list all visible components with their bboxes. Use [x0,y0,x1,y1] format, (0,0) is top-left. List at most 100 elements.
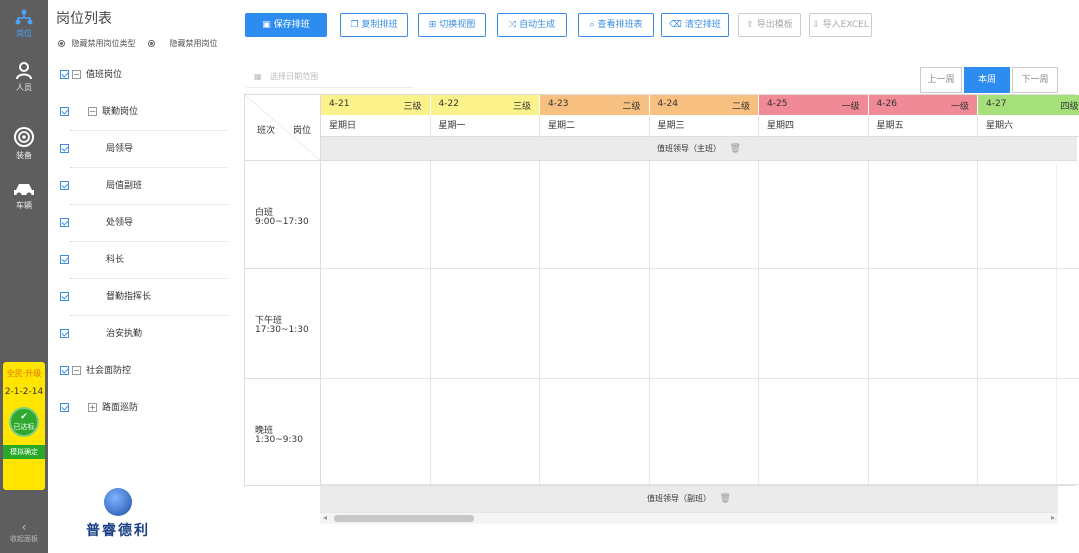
radio-icon [148,40,155,47]
weekday-header: 星期二 [540,115,650,137]
day-alert-level: 二级 [622,102,641,112]
schedule-cell[interactable] [978,161,1079,269]
checkbox[interactable] [60,292,69,301]
check-icon: ✔ [20,412,28,422]
tree-item-section-chief[interactable]: 科长 [50,242,238,279]
switch-view-button[interactable]: ⊞ 切换视图 [418,13,486,37]
tree-item-label: 社会面防控 [86,366,132,376]
scroll-left-icon[interactable]: ◂ [323,513,327,522]
rail-item-equipment[interactable]: 装备 [0,126,48,170]
shift-time: 17:30~1:30 [255,325,309,335]
save-schedule-button[interactable]: ▣ 保存排班 [245,13,327,37]
schedule-cell[interactable] [321,161,431,269]
day-date: 4-23 [548,99,569,109]
schedule-cell[interactable] [430,379,540,485]
rail-item-post[interactable]: 岗位 [0,8,48,52]
prev-week-button[interactable]: 上一周 [920,67,962,93]
schedule-cell[interactable] [868,269,978,379]
schedule-cell[interactable] [759,161,869,269]
weekday-header: 星期四 [759,115,869,137]
day-date: 4-21 [329,99,350,109]
schedule-cell[interactable] [430,269,540,379]
shift-row-night: 晚班 1:30~9:30 [245,379,321,485]
tree-item-social-control[interactable]: − 社会面防控 [50,353,238,390]
checkbox[interactable] [60,329,69,338]
schedule-cell[interactable] [540,161,650,269]
status-card[interactable]: 全民·升级 2-1-2-14 ✔ 已达标 模拟确定 [3,362,45,490]
rail-equip-label: 装备 [16,151,32,160]
corner-post-label: 岗位 [293,126,312,136]
schedule-cell[interactable] [649,379,759,485]
checkbox[interactable] [60,70,69,79]
hide-disabled-types-radio[interactable]: 隐藏禁用岗位类型 [58,38,136,49]
current-week-button[interactable]: 本周 [964,67,1010,93]
weekday-header: 星期六 [978,115,1079,137]
export-template-button[interactable]: ⇪ 导出模板 [738,13,801,37]
shift-row-afternoon: 下午班 17:30~1:30 [245,269,321,379]
status-title: 全民·升级 [6,369,42,378]
collapse-toggle-icon[interactable]: − [72,70,81,79]
next-week-button[interactable]: 下一周 [1012,67,1058,93]
scrollbar-thumb[interactable] [334,515,474,522]
checkbox[interactable] [60,218,69,227]
tree-item-deputy-duty[interactable]: 局值副班 [50,168,238,205]
checkbox[interactable] [60,144,69,153]
checkbox[interactable] [60,366,69,375]
trash-icon[interactable]: 🗑 [730,137,741,161]
horizontal-scrollbar[interactable]: ◂ ▸ [320,512,1058,524]
corner-shift-label: 班次 [257,126,276,136]
tree-item-label: 科长 [106,255,125,265]
tree-item-commander[interactable]: 督勤指挥长 [50,279,238,316]
date-range-input[interactable]: ▦ 选择日期范围 [246,66,414,88]
tree-item-division-leader[interactable]: 处领导 [50,205,238,242]
expand-toggle-icon[interactable]: + [88,403,97,412]
clear-schedule-button[interactable]: ⌫ 清空排班 [661,13,729,37]
trash-icon[interactable]: 🗑 [720,486,731,512]
tree-item-label: 督勤指挥长 [106,292,152,302]
schedule-cell[interactable] [978,269,1079,379]
day-alert-level: 一级 [841,102,860,112]
collapse-toggle-icon[interactable]: − [72,366,81,375]
deputy-duty-row[interactable]: 值班领导（副班） 🗑 [320,486,1058,512]
tree-item-security-duty[interactable]: 治安执勤 [50,316,238,353]
collapse-panel-button[interactable]: ‹ 收起面板 [0,520,48,544]
button-label: 查看排班表 [597,20,643,30]
schedule-cell[interactable] [430,161,540,269]
rail-item-vehicle[interactable]: 车辆 [0,182,48,226]
tree-item-bureau-leader[interactable]: 局领导 [50,131,238,168]
schedule-cell[interactable] [540,269,650,379]
tree-item-joint-duty[interactable]: − 联勤岗位 [50,94,238,131]
scroll-right-icon[interactable]: ▸ [1051,513,1055,522]
schedule-cell[interactable] [868,379,978,485]
import-excel-button[interactable]: ⇩ 导入EXCEL [809,13,872,37]
schedule-cell[interactable] [759,379,869,485]
checkbox[interactable] [60,107,69,116]
auto-generate-button[interactable]: ⤨ 自动生成 [497,13,567,37]
collapse-toggle-icon[interactable]: − [88,107,97,116]
shuffle-icon: ⤨ [508,20,517,30]
rail-vehicle-label: 车辆 [16,201,32,210]
schedule-cell[interactable] [649,269,759,379]
schedule-cell[interactable] [321,269,431,379]
view-schedule-table-button[interactable]: ⌕ 查看排班表 [578,13,654,37]
checkbox[interactable] [60,403,69,412]
checkbox[interactable] [60,255,69,264]
status-value: 2-1-2-14 [4,387,44,397]
rail-item-person[interactable]: 人员 [0,62,48,106]
schedule-cell[interactable] [321,379,431,485]
tree-item-duty-post[interactable]: − 值班岗位 [50,57,238,94]
tree-item-road-patrol[interactable]: + 路面巡防 [50,390,238,427]
copy-schedule-button[interactable]: ❐ 复制排班 [340,13,408,37]
schedule-cell[interactable] [868,161,978,269]
schedule-cell[interactable] [978,379,1079,485]
hide-disabled-posts-radio[interactable]: 隐藏禁用岗位 [148,38,218,49]
lead-duty-row[interactable]: 值班领导（主班） 🗑 [321,137,1077,161]
schedule-cell[interactable] [649,161,759,269]
button-label: 切换视图 [439,20,476,30]
radio-label: 隐藏禁用岗位类型 [71,39,136,48]
grid-scroll-edge [1056,164,1057,484]
checkbox[interactable] [60,181,69,190]
schedule-cell[interactable] [759,269,869,379]
schedule-cell[interactable] [540,379,650,485]
position-list-title: 岗位列表 [56,11,112,27]
